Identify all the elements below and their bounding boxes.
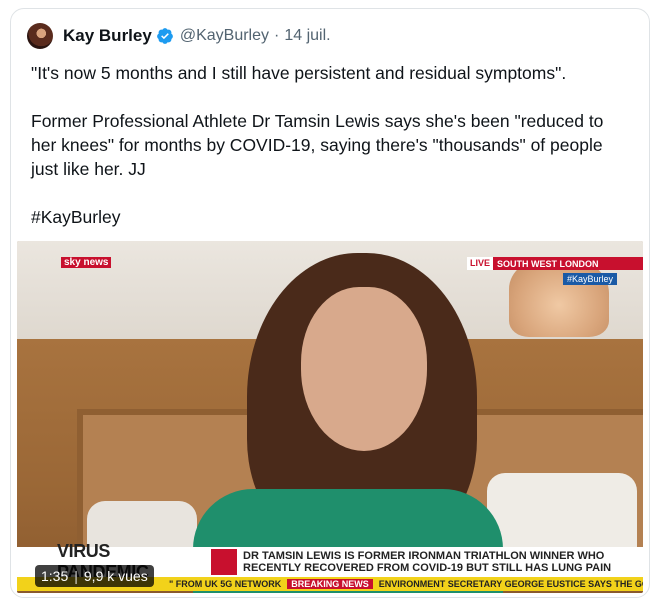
- tweet-text: "It's now 5 months and I still have pers…: [31, 61, 641, 229]
- video-duration: 1:35: [41, 568, 69, 584]
- tweet-header: Kay Burley @KayBurley · 14 juil.: [27, 21, 331, 51]
- tweet-text-line: just like her. JJ: [31, 159, 146, 179]
- author-handle[interactable]: @KayBurley: [180, 27, 269, 45]
- author-name[interactable]: Kay Burley: [63, 26, 152, 46]
- separator-dot: ·: [274, 27, 280, 44]
- video-player[interactable]: sky news LIVE SOUTH WEST LONDON #KayBurl…: [17, 241, 643, 593]
- breaking-news-label: BREAKING NEWS: [287, 579, 373, 589]
- video-views: 9,9 k vues: [83, 568, 148, 584]
- sky-news-mark-icon: [211, 549, 237, 575]
- verified-badge-icon: [156, 27, 174, 45]
- onscreen-hashtag: #KayBurley: [562, 273, 617, 285]
- tweet-card[interactable]: Kay Burley @KayBurley · 14 juil. "It's n…: [10, 8, 650, 598]
- tweet-text-gap: [31, 181, 641, 205]
- live-badge: LIVE: [467, 257, 494, 270]
- tweet-text-line: "It's now 5 months and I still have pers…: [31, 63, 567, 83]
- avatar[interactable]: [27, 23, 53, 49]
- location-label: SOUTH WEST LONDON: [497, 258, 599, 269]
- tweet-text-line: her knees" for months by COVID-19, sayin…: [31, 135, 603, 155]
- video-stats-overlay: 1:35 | 9,9 k vues: [35, 565, 154, 587]
- headline-line: DR TAMSIN LEWIS IS FORMER IRONMAN TRIATH…: [243, 550, 605, 562]
- overlay-separator: |: [74, 568, 78, 584]
- headline-line: RECENTLY RECOVERED FROM COVID-19 BUT STI…: [243, 562, 612, 574]
- live-location-bar: LIVE SOUTH WEST LONDON: [467, 257, 643, 270]
- tweet-date[interactable]: 14 juil.: [284, 27, 330, 45]
- tweet-text-gap: [31, 85, 641, 109]
- headline: DR TAMSIN LEWIS IS FORMER IRONMAN TRIATH…: [243, 550, 611, 574]
- sky-news-logo: sky news: [61, 257, 112, 268]
- person-face: [301, 287, 427, 451]
- ticker-text: ENVIRONMENT SECRETARY GEORGE EUSTICE SAY…: [378, 579, 643, 589]
- tweet-text-line: Former Professional Athlete Dr Tamsin Le…: [31, 111, 604, 131]
- hashtag-link[interactable]: #KayBurley: [31, 205, 641, 229]
